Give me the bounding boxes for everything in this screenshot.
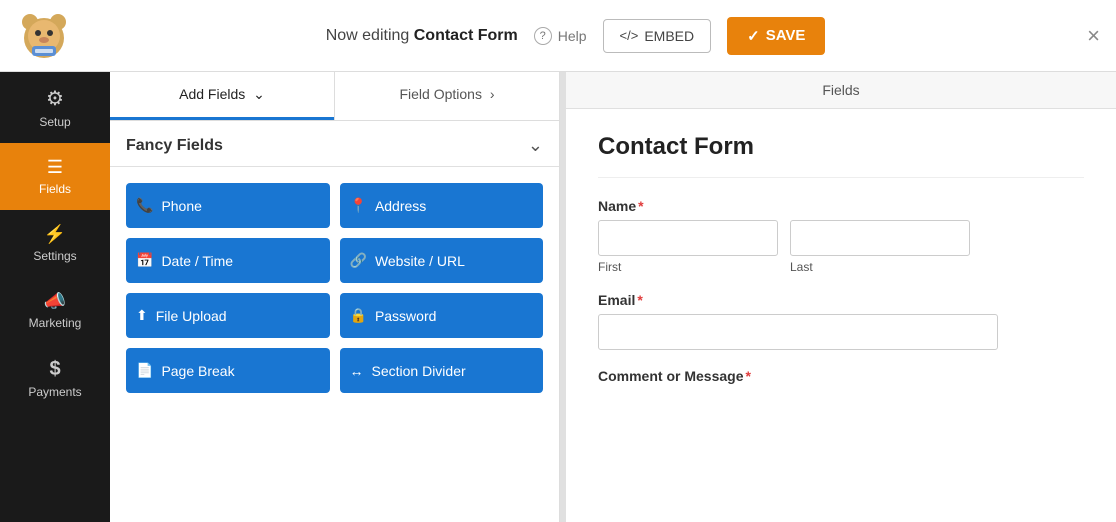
email-input[interactable]: [598, 314, 998, 350]
field-btn-page-break[interactable]: 📄 Page Break: [126, 348, 330, 393]
payments-icon: $: [49, 358, 60, 381]
last-name-wrap: Last: [790, 220, 970, 274]
email-label: Email*: [598, 292, 1084, 308]
name-required-star: *: [638, 198, 643, 214]
settings-icon: ⚡: [44, 224, 66, 245]
form-title: Contact Form: [598, 133, 1084, 178]
setup-icon: ⚙: [46, 86, 64, 111]
fields-grid: 📞 Phone 📍 Address 📅 Date / Time 🔗 Websit…: [110, 167, 559, 409]
form-field-comment: Comment or Message*: [598, 368, 1084, 384]
sidebar-item-marketing[interactable]: 📣 Marketing: [0, 277, 110, 344]
help-button[interactable]: ? Help: [534, 27, 587, 45]
field-btn-date-time[interactable]: 📅 Date / Time: [126, 238, 330, 283]
sidebar-item-settings[interactable]: ⚡ Settings: [0, 210, 110, 277]
last-name-input[interactable]: [790, 220, 970, 256]
field-btn-section-divider[interactable]: ↔ Section Divider: [340, 348, 544, 393]
panel-tabs: Add Fields ⌄ Field Options ›: [110, 72, 559, 121]
link-icon: 🔗: [350, 252, 367, 269]
last-name-label: Last: [790, 260, 970, 274]
form-field-email: Email*: [598, 292, 1084, 350]
fancy-fields-titlebar: Fancy Fields ⌄: [110, 121, 559, 167]
first-name-wrap: First: [598, 220, 778, 274]
form-field-name: Name* First Last: [598, 198, 1084, 274]
comment-label: Comment or Message*: [598, 368, 1084, 384]
header-center: Now editing Contact Form ? Help </> EMBE…: [72, 17, 1079, 55]
sidebar-item-fields[interactable]: ☰ Fields: [0, 143, 110, 210]
embed-icon: </>: [620, 28, 639, 43]
section-divider-icon: ↔: [350, 363, 364, 379]
phone-icon: 📞: [136, 197, 153, 214]
help-icon: ?: [534, 27, 552, 45]
field-btn-password[interactable]: 🔒 Password: [340, 293, 544, 338]
chevron-down-icon: ⌄: [253, 86, 265, 102]
lock-icon: 🔒: [350, 307, 367, 324]
fields-icon: ☰: [47, 157, 63, 178]
tab-add-fields[interactable]: Add Fields ⌄: [110, 72, 334, 120]
embed-button[interactable]: </> EMBED: [603, 19, 712, 53]
preview-header: Fields: [566, 72, 1116, 109]
comment-required-star: *: [745, 368, 750, 384]
field-btn-website-url[interactable]: 🔗 Website / URL: [340, 238, 544, 283]
calendar-icon: 📅: [136, 252, 153, 269]
close-button[interactable]: ×: [1087, 23, 1100, 49]
fields-panel: Add Fields ⌄ Field Options › Fancy Field…: [110, 72, 560, 522]
main-layout: ⚙ Setup ☰ Fields ⚡ Settings 📣 Marketing …: [0, 72, 1116, 522]
checkmark-icon: ✓: [747, 27, 760, 45]
first-name-label: First: [598, 260, 778, 274]
form-preview: Fields Contact Form Name* First Last: [566, 72, 1116, 522]
form-content: Contact Form Name* First Last: [566, 109, 1116, 522]
sidebar-label-fields: Fields: [39, 182, 71, 196]
field-btn-address[interactable]: 📍 Address: [340, 183, 544, 228]
chevron-right-icon: ›: [490, 86, 495, 102]
save-button[interactable]: ✓ SAVE: [727, 17, 825, 55]
tab-field-options[interactable]: Field Options ›: [335, 72, 559, 120]
editing-label: Now editing Contact Form: [326, 27, 518, 45]
email-required-star: *: [637, 292, 642, 308]
sidebar-item-setup[interactable]: ⚙ Setup: [0, 72, 110, 143]
sidebar-label-setup: Setup: [39, 115, 70, 129]
address-icon: 📍: [350, 197, 367, 214]
sidebar-label-settings: Settings: [33, 249, 76, 263]
logo-area: [16, 8, 72, 64]
name-inputs: First Last: [598, 220, 1084, 274]
field-btn-file-upload[interactable]: ⬆ File Upload: [126, 293, 330, 338]
marketing-icon: 📣: [44, 291, 66, 312]
app-logo: [16, 8, 72, 64]
sidebar-item-payments[interactable]: $ Payments: [0, 344, 110, 413]
sidebar: ⚙ Setup ☰ Fields ⚡ Settings 📣 Marketing …: [0, 72, 110, 522]
fancy-fields-chevron-icon[interactable]: ⌄: [528, 135, 543, 156]
name-label: Name*: [598, 198, 1084, 214]
upload-icon: ⬆: [136, 307, 148, 324]
sidebar-label-payments: Payments: [28, 385, 81, 399]
field-btn-phone[interactable]: 📞 Phone: [126, 183, 330, 228]
sidebar-label-marketing: Marketing: [29, 316, 82, 330]
fancy-fields-title: Fancy Fields: [126, 137, 223, 155]
first-name-input[interactable]: [598, 220, 778, 256]
page-break-icon: 📄: [136, 362, 153, 379]
app-header: Now editing Contact Form ? Help </> EMBE…: [0, 0, 1116, 72]
